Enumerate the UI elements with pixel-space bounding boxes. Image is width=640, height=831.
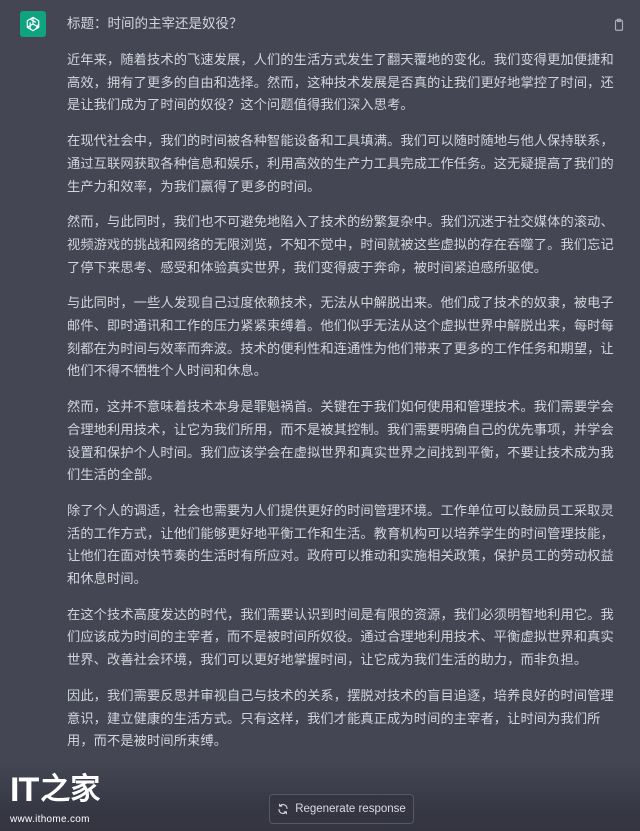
watermark-logo-cn: 之家 — [40, 772, 101, 807]
assistant-message: 标题：时间的主宰还是奴役？ 近年来，随着技术的飞速发展，人们的生活方式发生了翻天… — [0, 0, 640, 831]
message-title: 标题：时间的主宰还是奴役？ — [67, 16, 243, 32]
watermark-url: www.ithome.com — [10, 814, 90, 825]
regenerate-response-button[interactable]: Regenerate response — [269, 794, 414, 824]
paragraph: 然而，与此同时，我们也不可避免地陷入了技术的纷繁复杂中。我们沉迷于社交媒体的滚动… — [67, 215, 614, 276]
paragraph: 因此，我们需要反思并审视自己与技术的关系，摆脱对技术的盲目追逐，培养良好的时间管… — [67, 688, 614, 750]
regenerate-label: Regenerate response — [295, 803, 406, 815]
ithome-watermark: IT 之家 www.ithome.com — [10, 770, 100, 825]
paragraph: 除了个人的调适，社会也需要为人们提供更好的时间管理环境。工作单位可以鼓励员工采取… — [67, 503, 614, 588]
paragraph: 在这个技术高度发达的时代，我们需要认识到时间是有限的资源，我们必须明智地利用它。… — [67, 607, 614, 669]
ithome-logo: IT 之家 — [10, 770, 100, 810]
paragraph: 在现代社会中，我们的时间被各种智能设备和工具填满。我们可以随时随地与他人保持联系… — [67, 134, 614, 195]
chatgpt-avatar — [20, 11, 46, 37]
watermark-logo-latin: IT — [10, 771, 39, 809]
message-content: 标题：时间的主宰还是奴役？ 近年来，随着技术的飞速发展，人们的生活方式发生了翻天… — [67, 13, 623, 767]
paragraph: 与此同时，一些人发现自己过度依赖技术，无法从中解脱出来。他们成了技术的奴隶，被电… — [67, 296, 614, 380]
paragraph: 然而，这并不意味着技术本身是罪魁祸首。关键在于我们如何使用和管理技术。我们需要学… — [67, 400, 614, 484]
chatgpt-logo-icon — [26, 16, 40, 32]
paragraph: 近年来，随着技术的飞速发展，人们的生活方式发生了翻天覆地的变化。我们变得更加便捷… — [67, 53, 614, 114]
refresh-icon — [278, 803, 288, 815]
